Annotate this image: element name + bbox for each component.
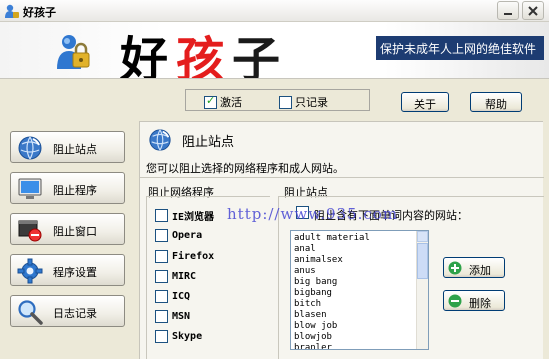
- program-firefox[interactable]: Firefox: [155, 250, 214, 263]
- panel-title: 阻止站点: [182, 135, 235, 150]
- close-button[interactable]: [522, 1, 544, 20]
- family-lock-icon: [57, 35, 90, 69]
- window-title: 好孩子: [23, 6, 56, 19]
- list-item[interactable]: adult material: [294, 233, 416, 244]
- about-button[interactable]: 关于: [401, 92, 449, 112]
- program-label: Firefox: [172, 251, 215, 262]
- divider: [140, 177, 544, 178]
- program-checkbox[interactable]: [155, 229, 168, 242]
- gear-icon: [17, 258, 43, 284]
- activate-label: 激活: [220, 96, 242, 109]
- nav-label: 阻止站点: [53, 143, 97, 156]
- list-item[interactable]: bigbang: [294, 288, 416, 299]
- minimize-button[interactable]: [497, 1, 519, 20]
- globe-icon: [18, 136, 42, 160]
- delete-button[interactable]: 删除: [443, 290, 505, 311]
- banner-title: 好孩子: [120, 22, 289, 79]
- program-label: Skype: [172, 331, 203, 342]
- nav-settings[interactable]: 程序设置: [10, 254, 125, 286]
- blocked-words-list[interactable]: adult material anal animalsex anus big b…: [290, 230, 429, 350]
- mode-options: 激活 只记录: [185, 89, 370, 111]
- window-block-icon: [18, 220, 42, 242]
- add-label: 添加: [469, 264, 491, 277]
- scroll-up-button[interactable]: [417, 231, 428, 242]
- nav-label: 阻止窗口: [53, 225, 97, 238]
- list-item[interactable]: anus: [294, 266, 416, 277]
- delete-label: 删除: [469, 297, 491, 310]
- nav-block-programs[interactable]: 阻止程序: [10, 172, 125, 204]
- banner: 好孩子 保护未成年人上网的绝佳软件: [0, 22, 549, 79]
- banner-title-char: 孩: [176, 32, 233, 79]
- program-label: MSN: [172, 311, 191, 322]
- minus-icon: [448, 294, 462, 308]
- app-icon: [5, 4, 19, 18]
- program-skype[interactable]: Skype: [155, 330, 202, 343]
- nav-block-sites[interactable]: 阻止站点: [10, 131, 125, 163]
- program-label: Opera: [172, 230, 203, 241]
- nav-block-windows[interactable]: 阻止窗口: [10, 213, 125, 245]
- banner-title-char: 好: [120, 32, 177, 79]
- add-button[interactable]: 添加: [443, 257, 505, 278]
- program-label: IE浏览器: [172, 212, 215, 223]
- nav-logs[interactable]: 日志记录: [10, 295, 125, 327]
- list-item[interactable]: animalsex: [294, 255, 416, 266]
- program-checkbox[interactable]: [155, 270, 168, 283]
- program-label: MIRC: [172, 271, 197, 282]
- close-icon: [528, 6, 538, 16]
- magnifier-icon: [18, 300, 43, 325]
- activate-checkbox-box[interactable]: [204, 94, 217, 109]
- title-bar: 好孩子: [0, 0, 549, 22]
- panel-description: 您可以阻止选择的网络程序和成人网站。: [146, 162, 344, 175]
- scroll-thumb[interactable]: [417, 243, 428, 279]
- program-msn[interactable]: MSN: [155, 310, 190, 323]
- slogan: 保护未成年人上网的绝佳软件: [376, 36, 544, 60]
- list-scrollbar[interactable]: [416, 231, 428, 349]
- monitor-icon: [18, 178, 42, 199]
- list-item[interactable]: anal: [294, 244, 416, 255]
- nav-label: 阻止程序: [53, 184, 97, 197]
- list-item[interactable]: blow job: [294, 321, 416, 332]
- program-icq[interactable]: ICQ: [155, 290, 190, 303]
- banner-title-char: 子: [232, 32, 289, 79]
- program-label: ICQ: [172, 291, 191, 302]
- program-checkbox[interactable]: [155, 310, 168, 323]
- record-only-checkbox[interactable]: 只记录: [279, 94, 328, 110]
- watermark: http://www.935.com: [227, 205, 399, 223]
- list-item[interactable]: branler: [294, 343, 416, 349]
- nav-label: 程序设置: [53, 266, 97, 279]
- plus-icon: [448, 261, 462, 275]
- program-opera[interactable]: Opera: [155, 229, 202, 242]
- list-item[interactable]: blasen: [294, 310, 416, 321]
- list-item[interactable]: blowjob: [294, 332, 416, 343]
- program-ie[interactable]: IE浏览器: [155, 208, 214, 223]
- program-mirc[interactable]: MIRC: [155, 270, 196, 283]
- activate-checkbox[interactable]: 激活: [204, 94, 242, 110]
- nav-label: 日志记录: [53, 307, 97, 320]
- program-checkbox[interactable]: [155, 250, 168, 263]
- minimize-icon: [504, 13, 512, 15]
- help-button[interactable]: 帮助: [470, 92, 522, 112]
- program-checkbox[interactable]: [155, 330, 168, 343]
- globe-icon: [149, 129, 171, 151]
- record-only-label: 只记录: [295, 96, 328, 109]
- list-item[interactable]: big bang: [294, 277, 416, 288]
- block-sites-panel: 阻止站点 您可以阻止选择的网络程序和成人网站。 阻止网络程序 IE浏览器 Ope…: [139, 121, 544, 359]
- program-checkbox[interactable]: [155, 290, 168, 303]
- list-item[interactable]: bitch: [294, 299, 416, 310]
- record-only-checkbox-box[interactable]: [279, 95, 292, 109]
- program-checkbox[interactable]: [155, 209, 168, 222]
